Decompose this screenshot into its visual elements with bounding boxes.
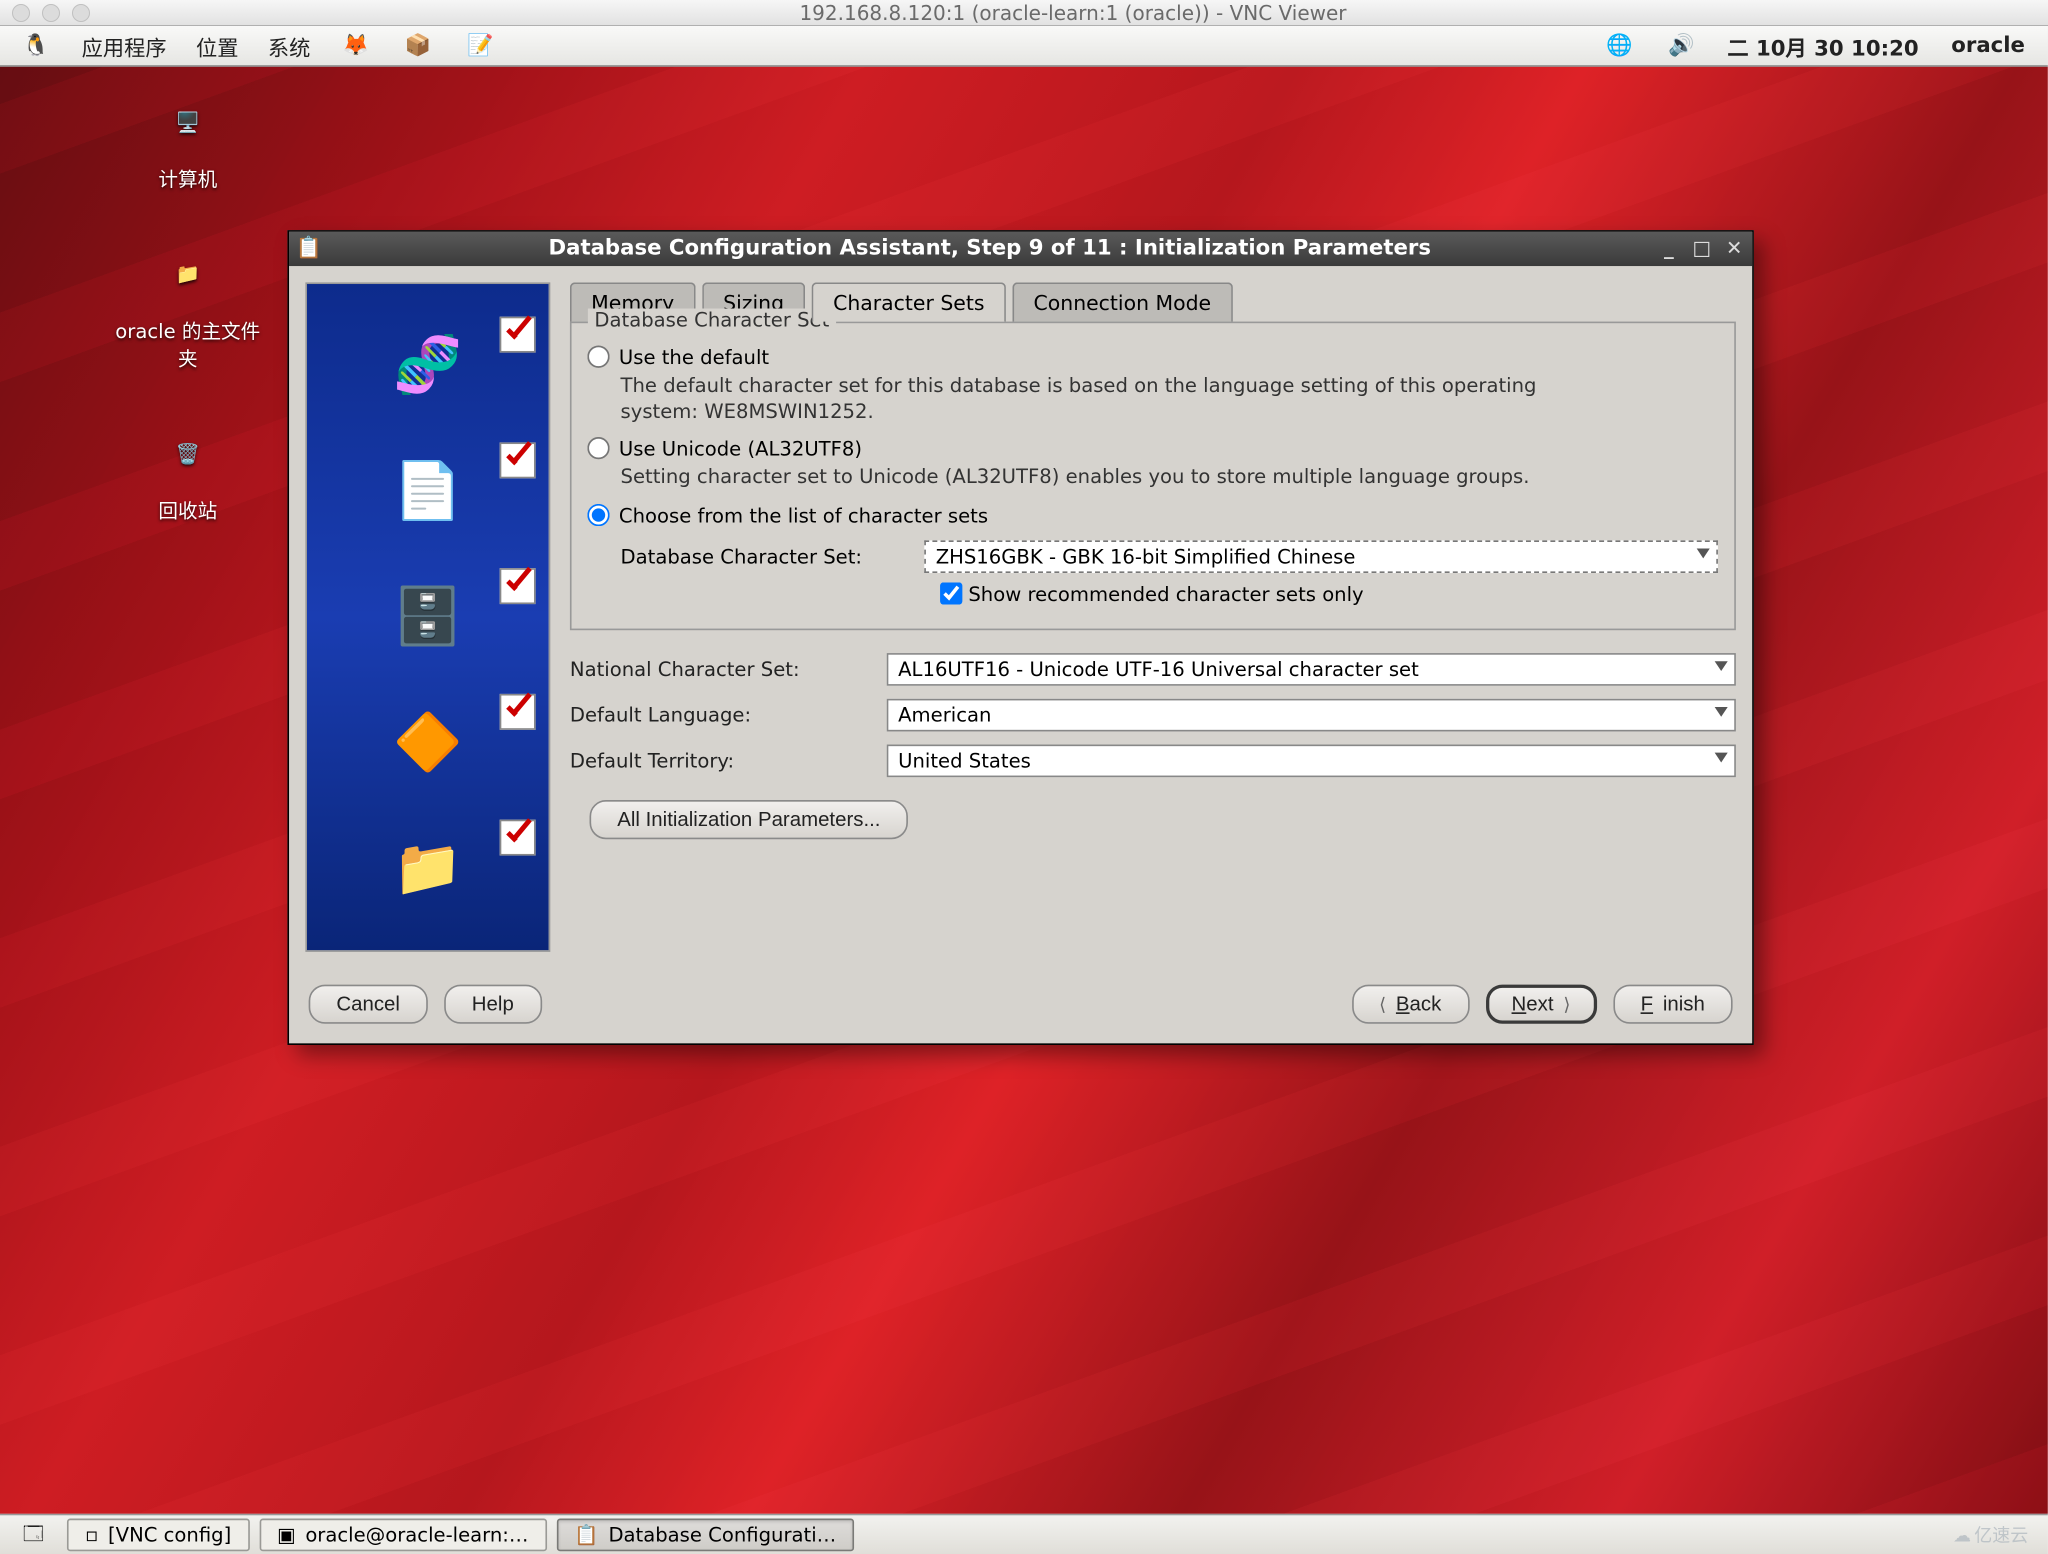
chevron-down-icon (1715, 752, 1728, 762)
default-language-select[interactable]: American (887, 698, 1736, 731)
taskbar-item-vncconfig[interactable]: ▫[VNC config] (67, 1519, 249, 1552)
check-icon (500, 819, 536, 855)
maximize-button[interactable]: □ (1690, 237, 1713, 260)
db-charset-fieldset: Database Character Set Use the default T… (570, 322, 1736, 630)
desktop-icon-home[interactable]: 📁 oracle 的主文件夹 (114, 235, 261, 372)
tab-character-sets[interactable]: Character Sets (812, 282, 1006, 321)
radio-choose-list-label[interactable]: Choose from the list of character sets (619, 504, 988, 527)
gnome-menubar: 🐧 应用程序 位置 系统 🦊 📦 📝 🌐 🔊 二 10月 30 10:20 or… (0, 26, 2048, 67)
desktop-icon-computer[interactable]: 🖥️ 计算机 (114, 83, 261, 192)
cancel-button[interactable]: Cancel (309, 985, 428, 1024)
dbca-icon: 📋 (574, 1523, 598, 1546)
tab-connection-mode[interactable]: Connection Mode (1012, 282, 1232, 321)
checkbox-show-recommended[interactable] (940, 582, 962, 604)
gnome-taskbar: 🗔 ▫[VNC config] ▣oracle@oracle-learn:… 📋… (0, 1514, 2048, 1554)
checkbox-show-recommended-label[interactable]: Show recommended character sets only (968, 582, 1363, 605)
distro-logo-icon[interactable]: 🐧 (7, 26, 66, 65)
network-status-icon[interactable]: 🌐 (1590, 26, 1649, 65)
places-menu[interactable]: 位置 (183, 27, 252, 65)
national-charset-select[interactable]: AL16UTF16 - Unicode UTF-16 Universal cha… (887, 652, 1736, 685)
show-desktop-icon[interactable]: 🗔 (10, 1514, 57, 1554)
all-init-params-button[interactable]: All Initialization Parameters... (590, 799, 909, 838)
chevron-down-icon (1715, 706, 1728, 716)
check-icon (500, 443, 536, 479)
radio-use-default-label[interactable]: Use the default (619, 346, 769, 369)
db-charset-select[interactable]: ZHS16GBK - GBK 16-bit Simplified Chinese (924, 540, 1718, 573)
radio-use-unicode-label[interactable]: Use Unicode (AL32UTF8) (619, 438, 862, 461)
applications-menu[interactable]: 应用程序 (69, 27, 180, 65)
taskbar-item-terminal[interactable]: ▣oracle@oracle-learn:… (259, 1519, 546, 1552)
sidebar-step-icon: 🗄️ (330, 568, 526, 666)
dialog-title-icon: 📋 (296, 237, 322, 261)
firefox-launcher-icon[interactable]: 🦊 (327, 26, 386, 65)
chevron-down-icon (1697, 548, 1710, 558)
wizard-sidebar-image: 🧬 📄 🗄️ 🔶 📁 (305, 282, 550, 952)
taskbar-item-dbca[interactable]: 📋Database Configurati… (556, 1519, 854, 1552)
minimize-button[interactable]: _ (1657, 237, 1680, 260)
vnc-titlebar: 192.168.8.120:1 (oracle-learn:1 (oracle)… (0, 0, 2048, 26)
window-icon: ▫ (85, 1523, 98, 1546)
help-button[interactable]: Help (444, 985, 542, 1024)
default-desc: The default character set for this datab… (621, 372, 1568, 425)
default-territory-select[interactable]: United States (887, 744, 1736, 777)
macos-minimize-icon[interactable] (42, 4, 60, 22)
chevron-right-icon: ⟩ (1563, 994, 1570, 1015)
package-launcher-icon[interactable]: 📦 (389, 26, 448, 65)
national-charset-label: National Character Set: (570, 657, 864, 680)
national-charset-value: AL16UTF16 - Unicode UTF-16 Universal cha… (898, 657, 1419, 680)
dbca-dialog: 📋 Database Configuration Assistant, Step… (287, 230, 1753, 1045)
db-charset-label: Database Character Set: (621, 545, 908, 568)
window-traffic-lights (12, 4, 90, 22)
default-language-value: American (898, 703, 991, 726)
desktop-label: oracle 的主文件夹 (114, 317, 261, 373)
fieldset-legend: Database Character Set (588, 309, 836, 332)
default-territory-value: United States (898, 749, 1031, 772)
check-icon (500, 317, 536, 353)
chevron-left-icon: ⟨ (1379, 994, 1386, 1015)
macos-zoom-icon[interactable] (72, 4, 90, 22)
vnc-window-title: 192.168.8.120:1 (oracle-learn:1 (oracle)… (110, 1, 2036, 25)
volume-icon[interactable]: 🔊 (1652, 26, 1711, 65)
notes-launcher-icon[interactable]: 📝 (451, 26, 510, 65)
unicode-desc: Setting character set to Unicode (AL32UT… (621, 464, 1568, 490)
radio-choose-list[interactable] (587, 503, 609, 525)
sidebar-step-icon: 🔶 (330, 694, 526, 792)
back-button[interactable]: ⟨Back (1351, 985, 1469, 1024)
system-menu[interactable]: 系统 (255, 27, 324, 65)
sidebar-step-icon: 📁 (330, 819, 526, 917)
watermark: ☁亿速云 (1953, 1522, 2038, 1548)
clock[interactable]: 二 10月 30 10:20 (1714, 27, 1931, 65)
desktop-icon-trash[interactable]: 🗑️ 回收站 (114, 415, 261, 524)
default-language-label: Default Language: (570, 703, 864, 726)
desktop: 🖥️ 计算机 📁 oracle 的主文件夹 🗑️ 回收站 📋 Database … (0, 67, 2048, 1514)
terminal-icon: ▣ (277, 1523, 296, 1546)
user-menu[interactable]: oracle (1935, 33, 2041, 57)
desktop-label: 计算机 (158, 165, 217, 193)
dialog-footer: Cancel Help ⟨Back Next⟩ Finish (289, 968, 1752, 1043)
sidebar-step-icon: 📄 (330, 443, 526, 541)
radio-use-unicode[interactable] (587, 438, 609, 460)
check-icon (500, 568, 536, 604)
check-icon (500, 694, 536, 730)
chevron-down-icon (1715, 661, 1728, 671)
close-button[interactable]: ✕ (1723, 237, 1746, 260)
dialog-title: Database Configuration Assistant, Step 9… (332, 237, 1648, 261)
finish-button[interactable]: Finish (1613, 985, 1733, 1024)
radio-use-default[interactable] (587, 346, 609, 368)
default-territory-label: Default Territory: (570, 749, 864, 772)
next-button[interactable]: Next⟩ (1485, 985, 1596, 1024)
dialog-titlebar[interactable]: 📋 Database Configuration Assistant, Step… (289, 232, 1752, 266)
macos-close-icon[interactable] (12, 4, 30, 22)
sidebar-step-icon: 🧬 (330, 317, 526, 415)
db-charset-value: ZHS16GBK - GBK 16-bit Simplified Chinese (936, 545, 1356, 568)
desktop-label: 回收站 (158, 496, 217, 524)
